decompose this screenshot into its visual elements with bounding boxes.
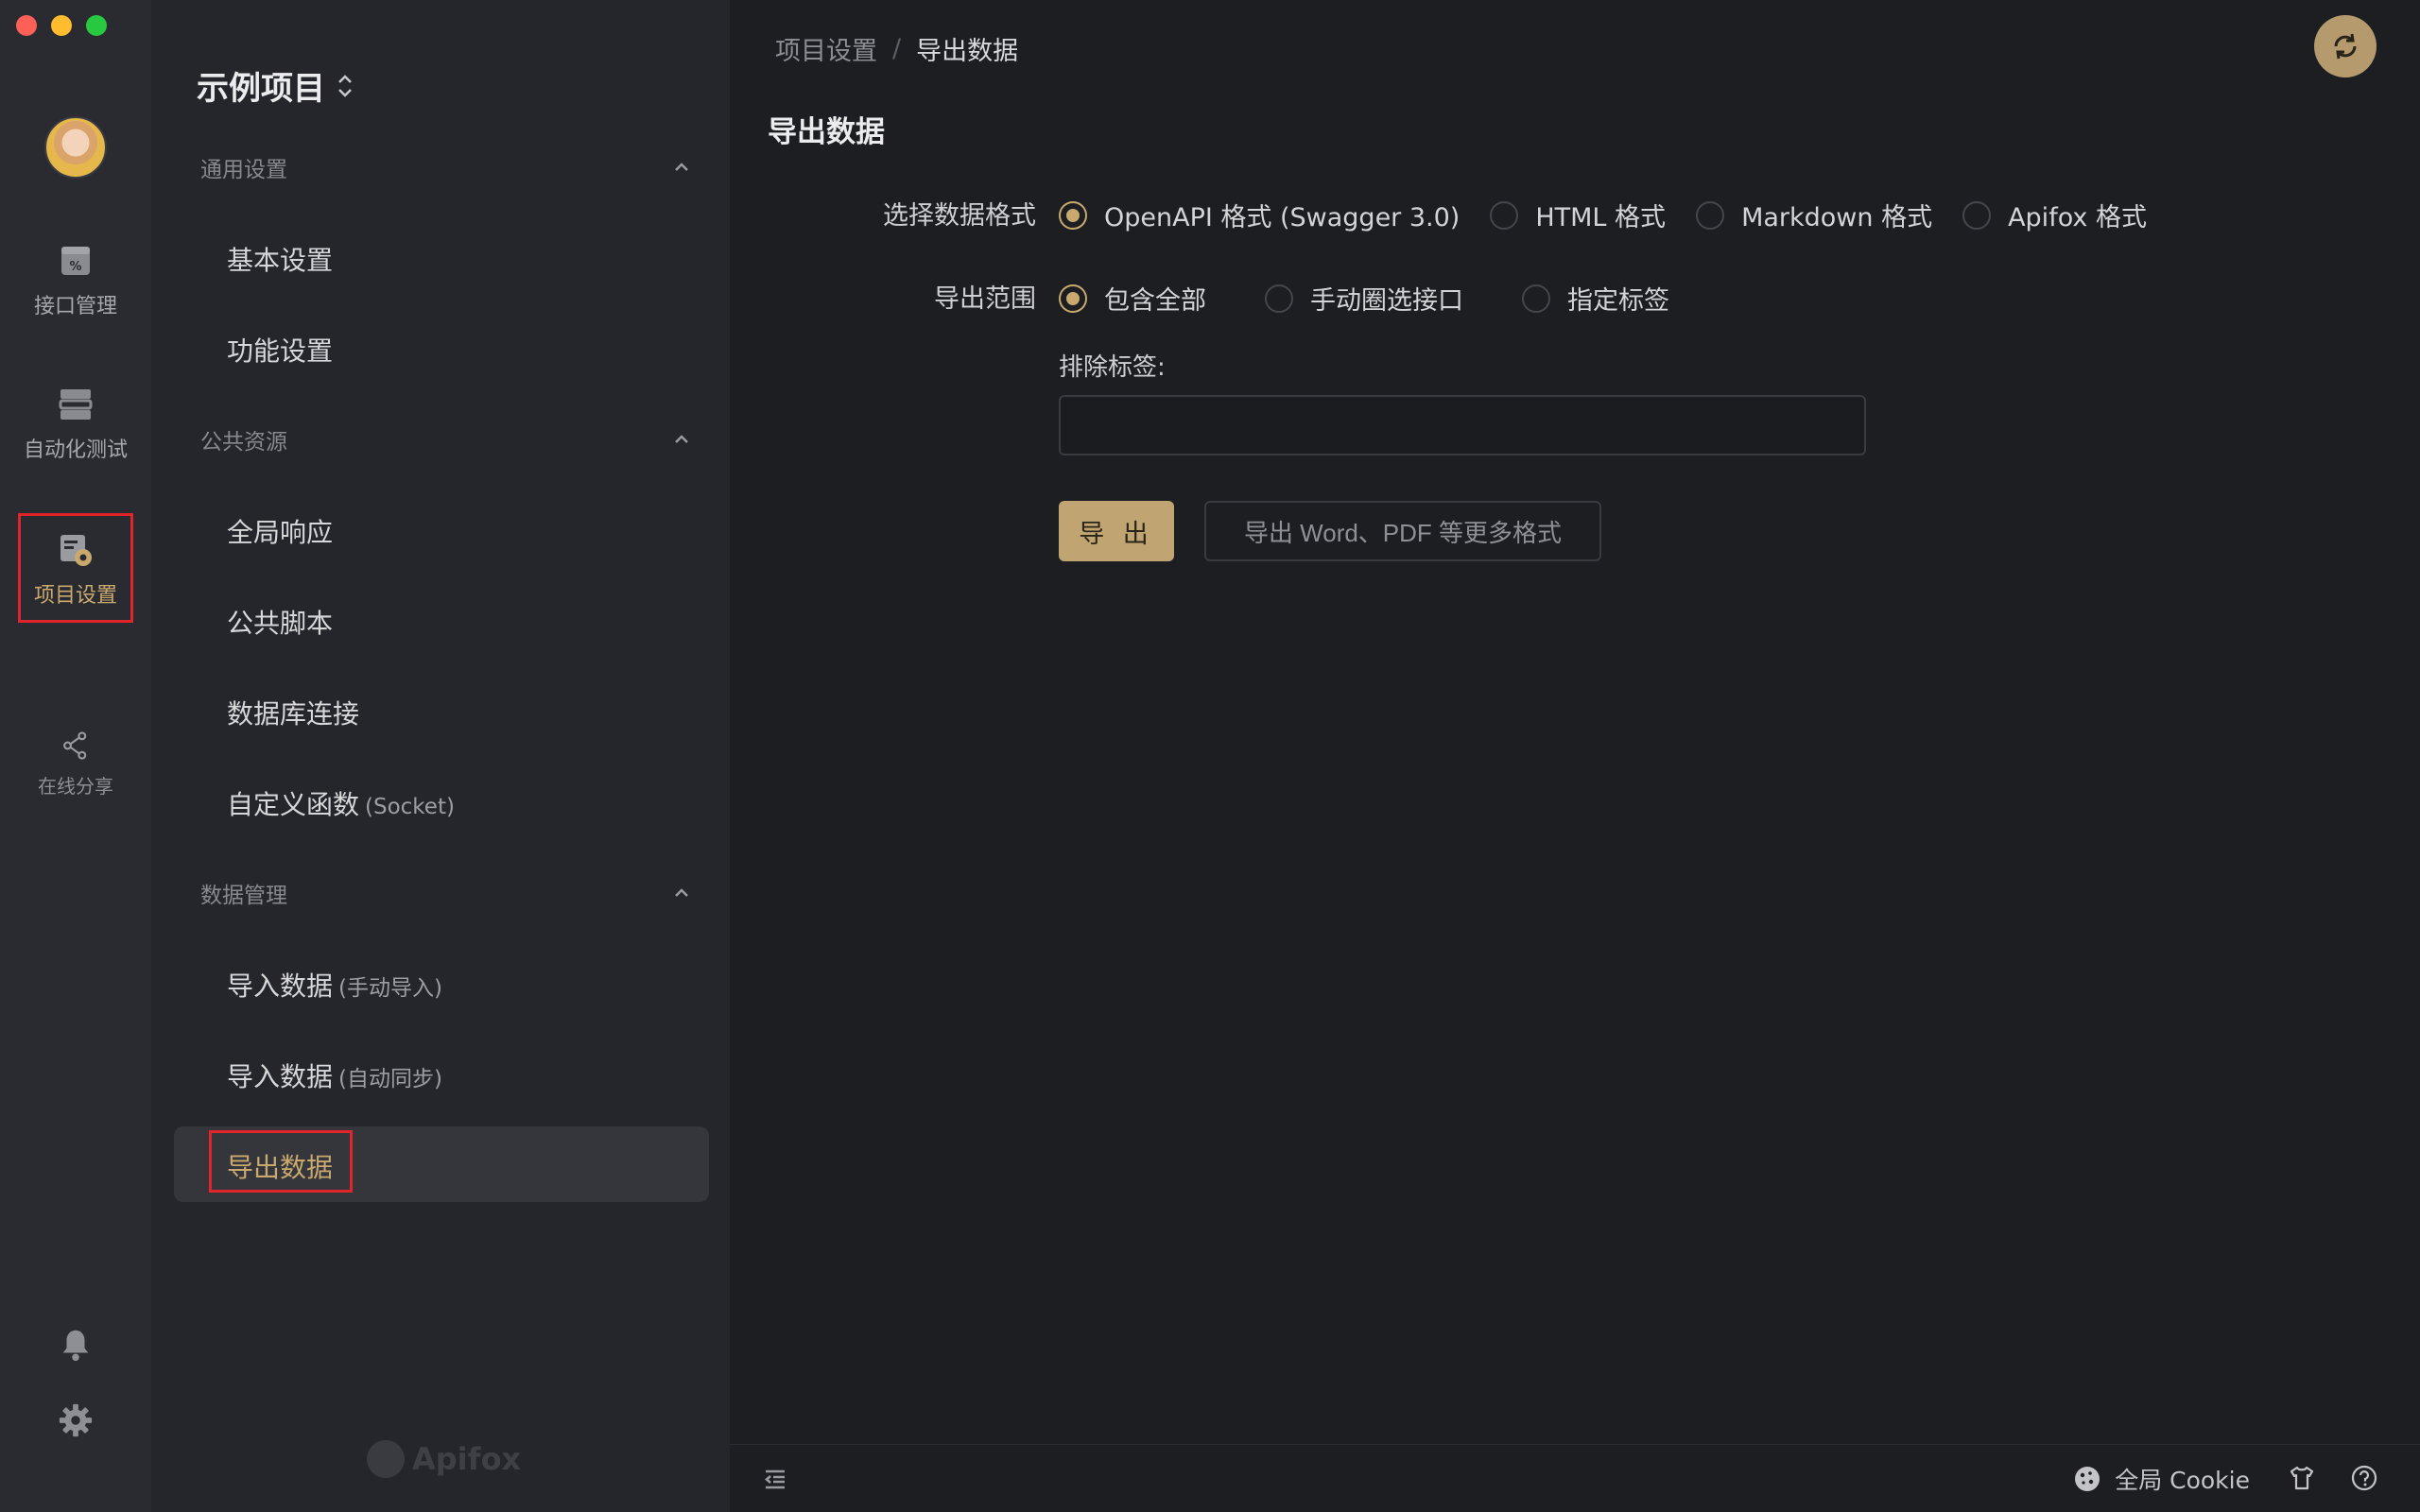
radio-format-openapi[interactable]: OpenAPI 格式 (Swagger 3.0) <box>1059 197 1460 233</box>
bottom-bar: 全局 Cookie <box>730 1444 2420 1512</box>
share-icon <box>63 731 87 760</box>
rail-label: 接口管理 <box>33 295 117 318</box>
rail-item-share[interactable]: 在线分享 <box>0 730 151 799</box>
apifox-logo-icon <box>367 1440 405 1478</box>
nav-label: 基本设置 <box>227 245 334 276</box>
sidebar-item-import-manual[interactable]: 导入数据 (手动导入) <box>227 966 442 1004</box>
project-name: 示例项目 <box>197 70 325 108</box>
section-header-general[interactable]: 通用设置 <box>200 151 692 183</box>
close-window-button[interactable] <box>16 15 37 36</box>
breadcrumb: 项目设置 / 导出数据 <box>775 30 1018 67</box>
svg-text:%: % <box>69 260 81 274</box>
scope-radio-group: 包含全部 手动圈选接口 指定标签 <box>1059 280 1669 317</box>
sidebar-item-global-response[interactable]: 全局响应 <box>227 512 333 550</box>
format-label: 选择数据格式 <box>883 201 1036 231</box>
section-header-data-management[interactable]: 数据管理 <box>200 877 692 909</box>
nav-label: 数据库连接 <box>227 698 360 730</box>
nav-sublabel: (手动导入) <box>338 976 442 1001</box>
api-management-icon: % <box>61 247 90 275</box>
radio-scope-manual[interactable]: 手动圈选接口 <box>1265 280 1463 317</box>
sidebar-item-feature-settings[interactable]: 功能设置 <box>227 331 333 369</box>
sync-icon <box>2334 33 2357 60</box>
export-button[interactable]: 导 出 <box>1059 501 1174 561</box>
radio-dot <box>1059 284 1087 313</box>
radio-label: HTML 格式 <box>1535 203 1667 232</box>
rail-item-automated-test[interactable]: 自动化测试 <box>0 386 151 463</box>
chevron-up-icon <box>675 888 688 897</box>
radio-format-html[interactable]: HTML 格式 <box>1490 197 1666 233</box>
sync-button[interactable] <box>2314 15 2377 77</box>
chevron-up-icon <box>675 163 688 171</box>
radio-dot <box>1696 200 1725 230</box>
help-icon[interactable] <box>2350 1464 2378 1492</box>
window-controls <box>16 15 107 36</box>
radio-dot <box>1962 200 1992 230</box>
radio-label: 包含全部 <box>1104 286 1206 316</box>
nav-label: 功能设置 <box>227 335 334 367</box>
sidebar-item-database-connection[interactable]: 数据库连接 <box>227 694 359 731</box>
radio-dot <box>1490 200 1519 230</box>
scope-label: 导出范围 <box>934 284 1036 314</box>
nav-label: 导入数据 <box>227 1061 334 1092</box>
exclude-tags-label: 排除标签: <box>1059 353 1166 382</box>
section-title: 通用设置 <box>200 158 287 182</box>
radio-scope-tags[interactable]: 指定标签 <box>1522 280 1669 317</box>
project-switcher[interactable]: 示例项目 <box>197 62 354 109</box>
radio-label: OpenAPI 格式 (Swagger 3.0) <box>1104 203 1461 232</box>
highlight-box <box>18 513 133 623</box>
radio-dot <box>1265 284 1293 313</box>
global-cookie-button[interactable]: 全局 Cookie <box>2073 1462 2250 1496</box>
radio-format-markdown[interactable]: Markdown 格式 <box>1696 197 1932 233</box>
bell-icon[interactable] <box>58 1327 94 1363</box>
collapse-sidebar-icon[interactable] <box>762 1466 788 1492</box>
rail-item-api-management[interactable]: % 接口管理 <box>0 242 151 319</box>
nav-sublabel: (自动同步) <box>338 1067 442 1091</box>
apifox-logo: Apifox <box>367 1440 521 1478</box>
zoom-window-button[interactable] <box>86 15 107 36</box>
highlight-box <box>209 1130 353 1193</box>
main-content: 项目设置 / 导出数据 导出数据 选择数据格式 OpenAPI 格式 (Swag… <box>730 0 2420 1512</box>
avatar[interactable] <box>44 116 107 179</box>
nav-label: 全局响应 <box>227 517 334 548</box>
sidebar-item-basic-settings[interactable]: 基本设置 <box>227 240 333 278</box>
breadcrumb-parent[interactable]: 项目设置 <box>775 30 877 67</box>
nav-label: 导入数据 <box>227 971 334 1002</box>
section-title: 数据管理 <box>200 884 287 908</box>
rail-label: 在线分享 <box>38 775 113 798</box>
radio-label: 手动圈选接口 <box>1310 286 1463 316</box>
section-header-public-resources[interactable]: 公共资源 <box>200 423 692 455</box>
radio-label: Markdown 格式 <box>1741 203 1933 232</box>
radio-dot <box>1522 284 1550 313</box>
radio-scope-all[interactable]: 包含全部 <box>1059 280 1206 317</box>
radio-format-apifox[interactable]: Apifox 格式 <box>1962 197 2147 233</box>
radio-dot <box>1059 200 1087 230</box>
chevron-up-icon <box>675 435 688 443</box>
cookie-icon <box>2075 1467 2100 1491</box>
gear-icon[interactable] <box>58 1402 94 1438</box>
more-formats-button[interactable]: 导出 Word、PDF 等更多格式 <box>1204 501 1601 561</box>
automated-test-icon <box>59 389 93 420</box>
minimize-window-button[interactable] <box>51 15 72 36</box>
nav-label: 公共脚本 <box>227 608 334 639</box>
format-radio-group: OpenAPI 格式 (Swagger 3.0) HTML 格式 Markdow… <box>1059 197 2147 233</box>
rail-label: 自动化测试 <box>23 438 128 462</box>
shirt-icon[interactable] <box>2288 1464 2316 1492</box>
icon-rail: % 接口管理 自动化测试 项目设置 在线分享 <box>0 0 151 1512</box>
nav-sublabel: (Socket) <box>365 795 455 819</box>
logo-text: Apifox <box>412 1441 522 1477</box>
section-title: 公共资源 <box>200 430 287 455</box>
cookie-label: 全局 Cookie <box>2115 1467 2250 1494</box>
breadcrumb-separator: / <box>892 34 902 63</box>
page-title: 导出数据 <box>768 115 885 149</box>
radio-label: Apifox 格式 <box>2008 203 2147 232</box>
sidebar-item-custom-functions[interactable]: 自定义函数 (Socket) <box>227 784 455 822</box>
switch-icon <box>338 74 352 97</box>
sidebar-item-public-scripts[interactable]: 公共脚本 <box>227 603 333 641</box>
breadcrumb-current: 导出数据 <box>916 37 1019 66</box>
nav-label: 自定义函数 <box>227 789 360 820</box>
exclude-tags-input[interactable] <box>1059 395 1866 455</box>
settings-sidebar: 示例项目 通用设置 基本设置 功能设置 公共资源 全局响应 公共脚本 数据库连接… <box>151 0 730 1512</box>
sidebar-item-import-auto-sync[interactable]: 导入数据 (自动同步) <box>227 1057 442 1094</box>
radio-label: 指定标签 <box>1567 286 1669 316</box>
